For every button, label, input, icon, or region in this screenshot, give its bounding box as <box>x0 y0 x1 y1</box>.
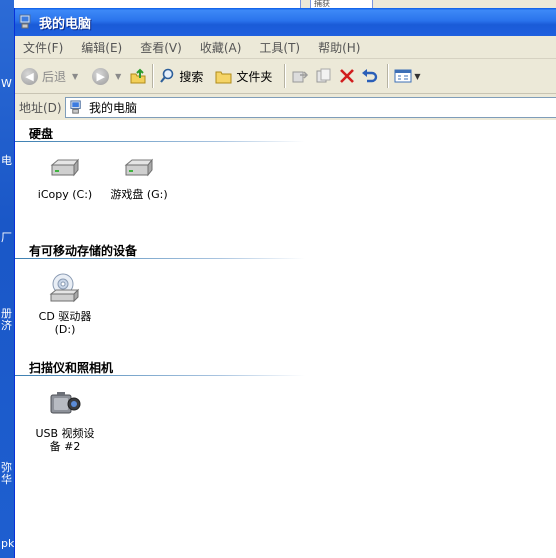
folders-label: 文件夹 <box>236 69 273 84</box>
views-button[interactable]: ▼ <box>394 63 421 89</box>
folder-icon <box>215 71 232 83</box>
drive-label: iCopy (C:) <box>37 188 93 201</box>
folders-button[interactable]: 文件夹 <box>215 63 272 89</box>
back-dropdown-icon[interactable]: ▼ <box>72 72 78 81</box>
desktop-text: 厂 <box>1 231 12 244</box>
forward-dropdown-icon[interactable]: ▼ <box>115 72 121 81</box>
menu-tools[interactable]: 工具(T) <box>259 39 300 56</box>
toolbar: ◀ 后退 ▼ ▶ ▼ 搜索 文件夹 ▼ <box>15 59 556 94</box>
search-label: 搜索 <box>179 69 204 84</box>
forward-button[interactable]: ▶ ▼ <box>92 63 121 89</box>
back-label: 后退 <box>42 69 67 84</box>
address-value: 我的电脑 <box>89 100 138 115</box>
address-label: 地址(D) <box>19 100 62 115</box>
desktop-background: W 电 厂 册 济 弥 华 pk <box>0 0 14 558</box>
menu-edit[interactable]: 编辑(E) <box>81 39 122 56</box>
desktop-text: W <box>1 77 12 90</box>
group-divider <box>15 375 305 376</box>
menu-help[interactable]: 帮助(H) <box>318 39 360 56</box>
desktop-text: 电 <box>1 154 12 167</box>
move-to-icon <box>292 71 309 83</box>
group-title-scanners-cameras: 扫描仪和照相机 <box>29 361 114 375</box>
hard-drive-icon <box>124 158 154 177</box>
desktop-text: pk <box>1 537 15 550</box>
usb-camera-item[interactable]: USB 视频设 备 #2 <box>25 389 105 453</box>
file-list-pane: 硬盘 iCopy (C:) 游戏盘 (G:) 有可移动存储的设备 CD 驱动器 … <box>15 120 556 558</box>
search-button[interactable]: 搜索 <box>159 63 203 89</box>
up-folder-button[interactable] <box>129 63 147 89</box>
desktop-text: 济 <box>1 319 12 332</box>
menu-file[interactable]: 文件(F) <box>23 39 63 56</box>
undo-icon <box>362 69 378 83</box>
copy-to-icon <box>316 68 331 83</box>
search-icon <box>160 68 174 83</box>
usb-camera-label: USB 视频设 备 #2 <box>35 427 95 453</box>
window-title: 我的电脑 <box>39 16 92 32</box>
copy-to-button[interactable] <box>315 63 333 89</box>
move-to-button[interactable] <box>291 63 309 89</box>
cd-drive-label: CD 驱动器 (D:) <box>38 310 92 336</box>
up-folder-icon <box>130 68 146 84</box>
group-divider <box>15 141 305 142</box>
delete-icon <box>340 69 355 83</box>
views-icon <box>394 69 412 83</box>
back-arrow-icon: ◀ <box>21 67 38 85</box>
desktop-text: 华 <box>1 473 12 486</box>
undo-button[interactable] <box>361 63 379 89</box>
menu-bar: 文件(F) 编辑(E) 查看(V) 收藏(A) 工具(T) 帮助(H) <box>15 36 556 59</box>
drive-item-c[interactable]: iCopy (C:) <box>25 158 105 201</box>
forward-arrow-icon: ▶ <box>92 67 110 85</box>
toolbar-separator <box>387 64 390 88</box>
my-computer-icon <box>70 99 81 114</box>
drive-label: 游戏盘 (G:) <box>110 188 168 201</box>
title-bar[interactable]: 我的电脑 <box>15 8 556 36</box>
back-button[interactable]: ◀ 后退 ▼ <box>21 63 78 89</box>
menu-favorites[interactable]: 收藏(A) <box>200 39 242 56</box>
delete-button[interactable] <box>339 63 355 89</box>
group-divider <box>15 258 305 259</box>
views-dropdown-icon[interactable]: ▼ <box>414 72 420 81</box>
my-computer-icon <box>19 14 31 29</box>
address-input[interactable]: 我的电脑 <box>65 96 556 118</box>
address-bar: 地址(D) 我的电脑 <box>15 94 556 121</box>
menu-view[interactable]: 查看(V) <box>140 39 182 56</box>
camera-icon <box>50 392 81 414</box>
explorer-window: 我的电脑 文件(F) 编辑(E) 查看(V) 收藏(A) 工具(T) 帮助(H)… <box>14 8 556 558</box>
group-title-hard-drives: 硬盘 <box>29 127 54 141</box>
cd-drive-item[interactable]: CD 驱动器 (D:) <box>25 272 105 336</box>
toolbar-separator <box>284 64 287 88</box>
hard-drive-icon <box>50 158 80 177</box>
toolbar-separator <box>152 64 155 88</box>
cd-drive-icon <box>49 273 80 303</box>
drive-item-g[interactable]: 游戏盘 (G:) <box>99 158 179 201</box>
group-title-removable: 有可移动存储的设备 <box>29 244 138 258</box>
